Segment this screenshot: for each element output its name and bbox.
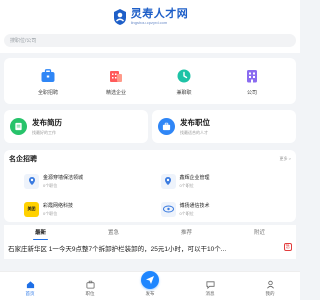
quick-item-enterprise[interactable]: 精选企业 — [94, 67, 138, 96]
urgent-badge: 急 — [283, 243, 292, 251]
tabbar-label: 首页 — [25, 291, 35, 296]
company-item[interactable]: 美团 彩霞网络科技 0个职位 — [24, 198, 155, 220]
quick-item-parttime[interactable]: 兼聊职 — [162, 67, 206, 96]
company-jobs: 0个职位 — [43, 210, 58, 216]
bottom-tab-bar: 首页 职位 发布 消息 我的 — [0, 271, 300, 300]
company-logo — [160, 173, 176, 189]
tab-nearby[interactable]: 附近 — [250, 228, 269, 236]
publish-resume-card[interactable]: 发布简历 找最好的工作 — [4, 110, 148, 143]
send-icon — [141, 271, 159, 289]
company-item[interactable]: 鑫辉企业管理 0个职位 — [160, 170, 292, 192]
search-placeholder: 搜职位/公司 — [10, 38, 37, 44]
briefcase-icon — [85, 280, 95, 289]
tab-latest[interactable]: 最新 — [31, 228, 50, 240]
tabbar-label: 职位 — [85, 291, 95, 296]
logo-icon — [113, 9, 126, 25]
quick-item-label: 公司 — [246, 89, 257, 96]
job-post-icon — [158, 118, 175, 135]
resume-icon — [10, 118, 27, 135]
company-name: 金源穿墙保洁领城 — [43, 174, 84, 181]
logo-url: lingshou.cpzyrd.com — [130, 20, 168, 25]
tab-recommended[interactable]: 推荐 — [177, 228, 196, 236]
more-link[interactable]: 更多 > — [280, 156, 291, 162]
company-logo — [160, 201, 176, 217]
tabbar-label: 我的 — [265, 291, 275, 296]
building-icon — [243, 67, 261, 85]
home-icon — [26, 280, 35, 289]
tabbar-label: 消息 — [205, 291, 215, 296]
tabbar-item-publish[interactable]: 发布 — [135, 271, 165, 297]
publish-resume-title: 发布简历 — [32, 118, 62, 127]
list-item[interactable]: 石家庄新华区 1一今天9点整7个拆卸护栏装卸的，25元1小时，可以干10个...… — [4, 239, 296, 259]
site-logo[interactable]: 灵寿人才网 lingshou.cpzyrd.com — [112, 8, 189, 26]
tab-urgent[interactable]: 置急 — [104, 228, 123, 236]
user-icon — [266, 280, 275, 289]
tabbar-item-messages[interactable]: 消息 — [195, 280, 225, 297]
company-jobs: 0个职位 — [43, 182, 58, 188]
message-icon — [205, 280, 215, 289]
section-title: 名企招聘 — [9, 156, 37, 163]
quick-entry-grid: 全职招聘 精选企业 兼聊职 公司 — [4, 58, 296, 104]
company-item[interactable]: 金源穿墙保洁领城 0个职位 — [24, 170, 155, 192]
search-input[interactable]: 搜职位/公司 — [4, 34, 296, 47]
company-logo — [24, 173, 39, 189]
company-logo: 美团 — [24, 201, 39, 217]
job-list-tabs: 最新 置急 推荐 附近 — [4, 225, 296, 240]
publish-job-card[interactable]: 发布职位 找最适合的人才 — [152, 110, 296, 143]
clock-icon — [175, 67, 193, 85]
logo-title: 灵寿人才网 — [130, 8, 189, 20]
company-name: 博扬通信技术 — [179, 202, 210, 209]
quick-item-label: 精选企业 — [105, 89, 126, 96]
company-name: 彩霞网络科技 — [43, 202, 74, 209]
tabbar-item-home[interactable]: 首页 — [15, 280, 45, 297]
publish-job-title: 发布职位 — [180, 118, 210, 127]
publish-job-sub: 找最适合的人才 — [180, 130, 208, 135]
company-name: 鑫辉企业管理 — [179, 174, 210, 181]
enterprise-icon — [107, 67, 125, 85]
quick-item-label: 全职招聘 — [37, 89, 58, 96]
job-title: 石家庄新华区 1一今天9点整7个拆卸护栏装卸的，25元1小时，可以干10个... — [8, 246, 227, 253]
tabbar-item-jobs[interactable]: 职位 — [75, 280, 105, 297]
app-header: 灵寿人才网 lingshou.cpzyrd.com — [0, 0, 300, 34]
quick-item-label: 兼聊职 — [176, 89, 192, 96]
company-item[interactable]: 博扬通信技术 0个职位 — [160, 198, 292, 220]
tabbar-label: 发布 — [145, 291, 155, 296]
company-logo-text: 美团 — [27, 206, 36, 211]
famous-companies-section: 名企招聘 更多 > 金源穿墙保洁领城 0个职位 鑫辉企业管理 0个职位 美团 彩… — [4, 150, 296, 222]
tabbar-item-profile[interactable]: 我的 — [255, 280, 285, 297]
quick-item-fulltime[interactable]: 全职招聘 — [26, 67, 70, 96]
publish-resume-sub: 找最好的工作 — [32, 130, 56, 135]
quick-item-company[interactable]: 公司 — [230, 67, 274, 96]
briefcase-icon — [39, 67, 57, 85]
company-jobs: 0个职位 — [179, 210, 194, 216]
company-jobs: 0个职位 — [179, 182, 194, 188]
